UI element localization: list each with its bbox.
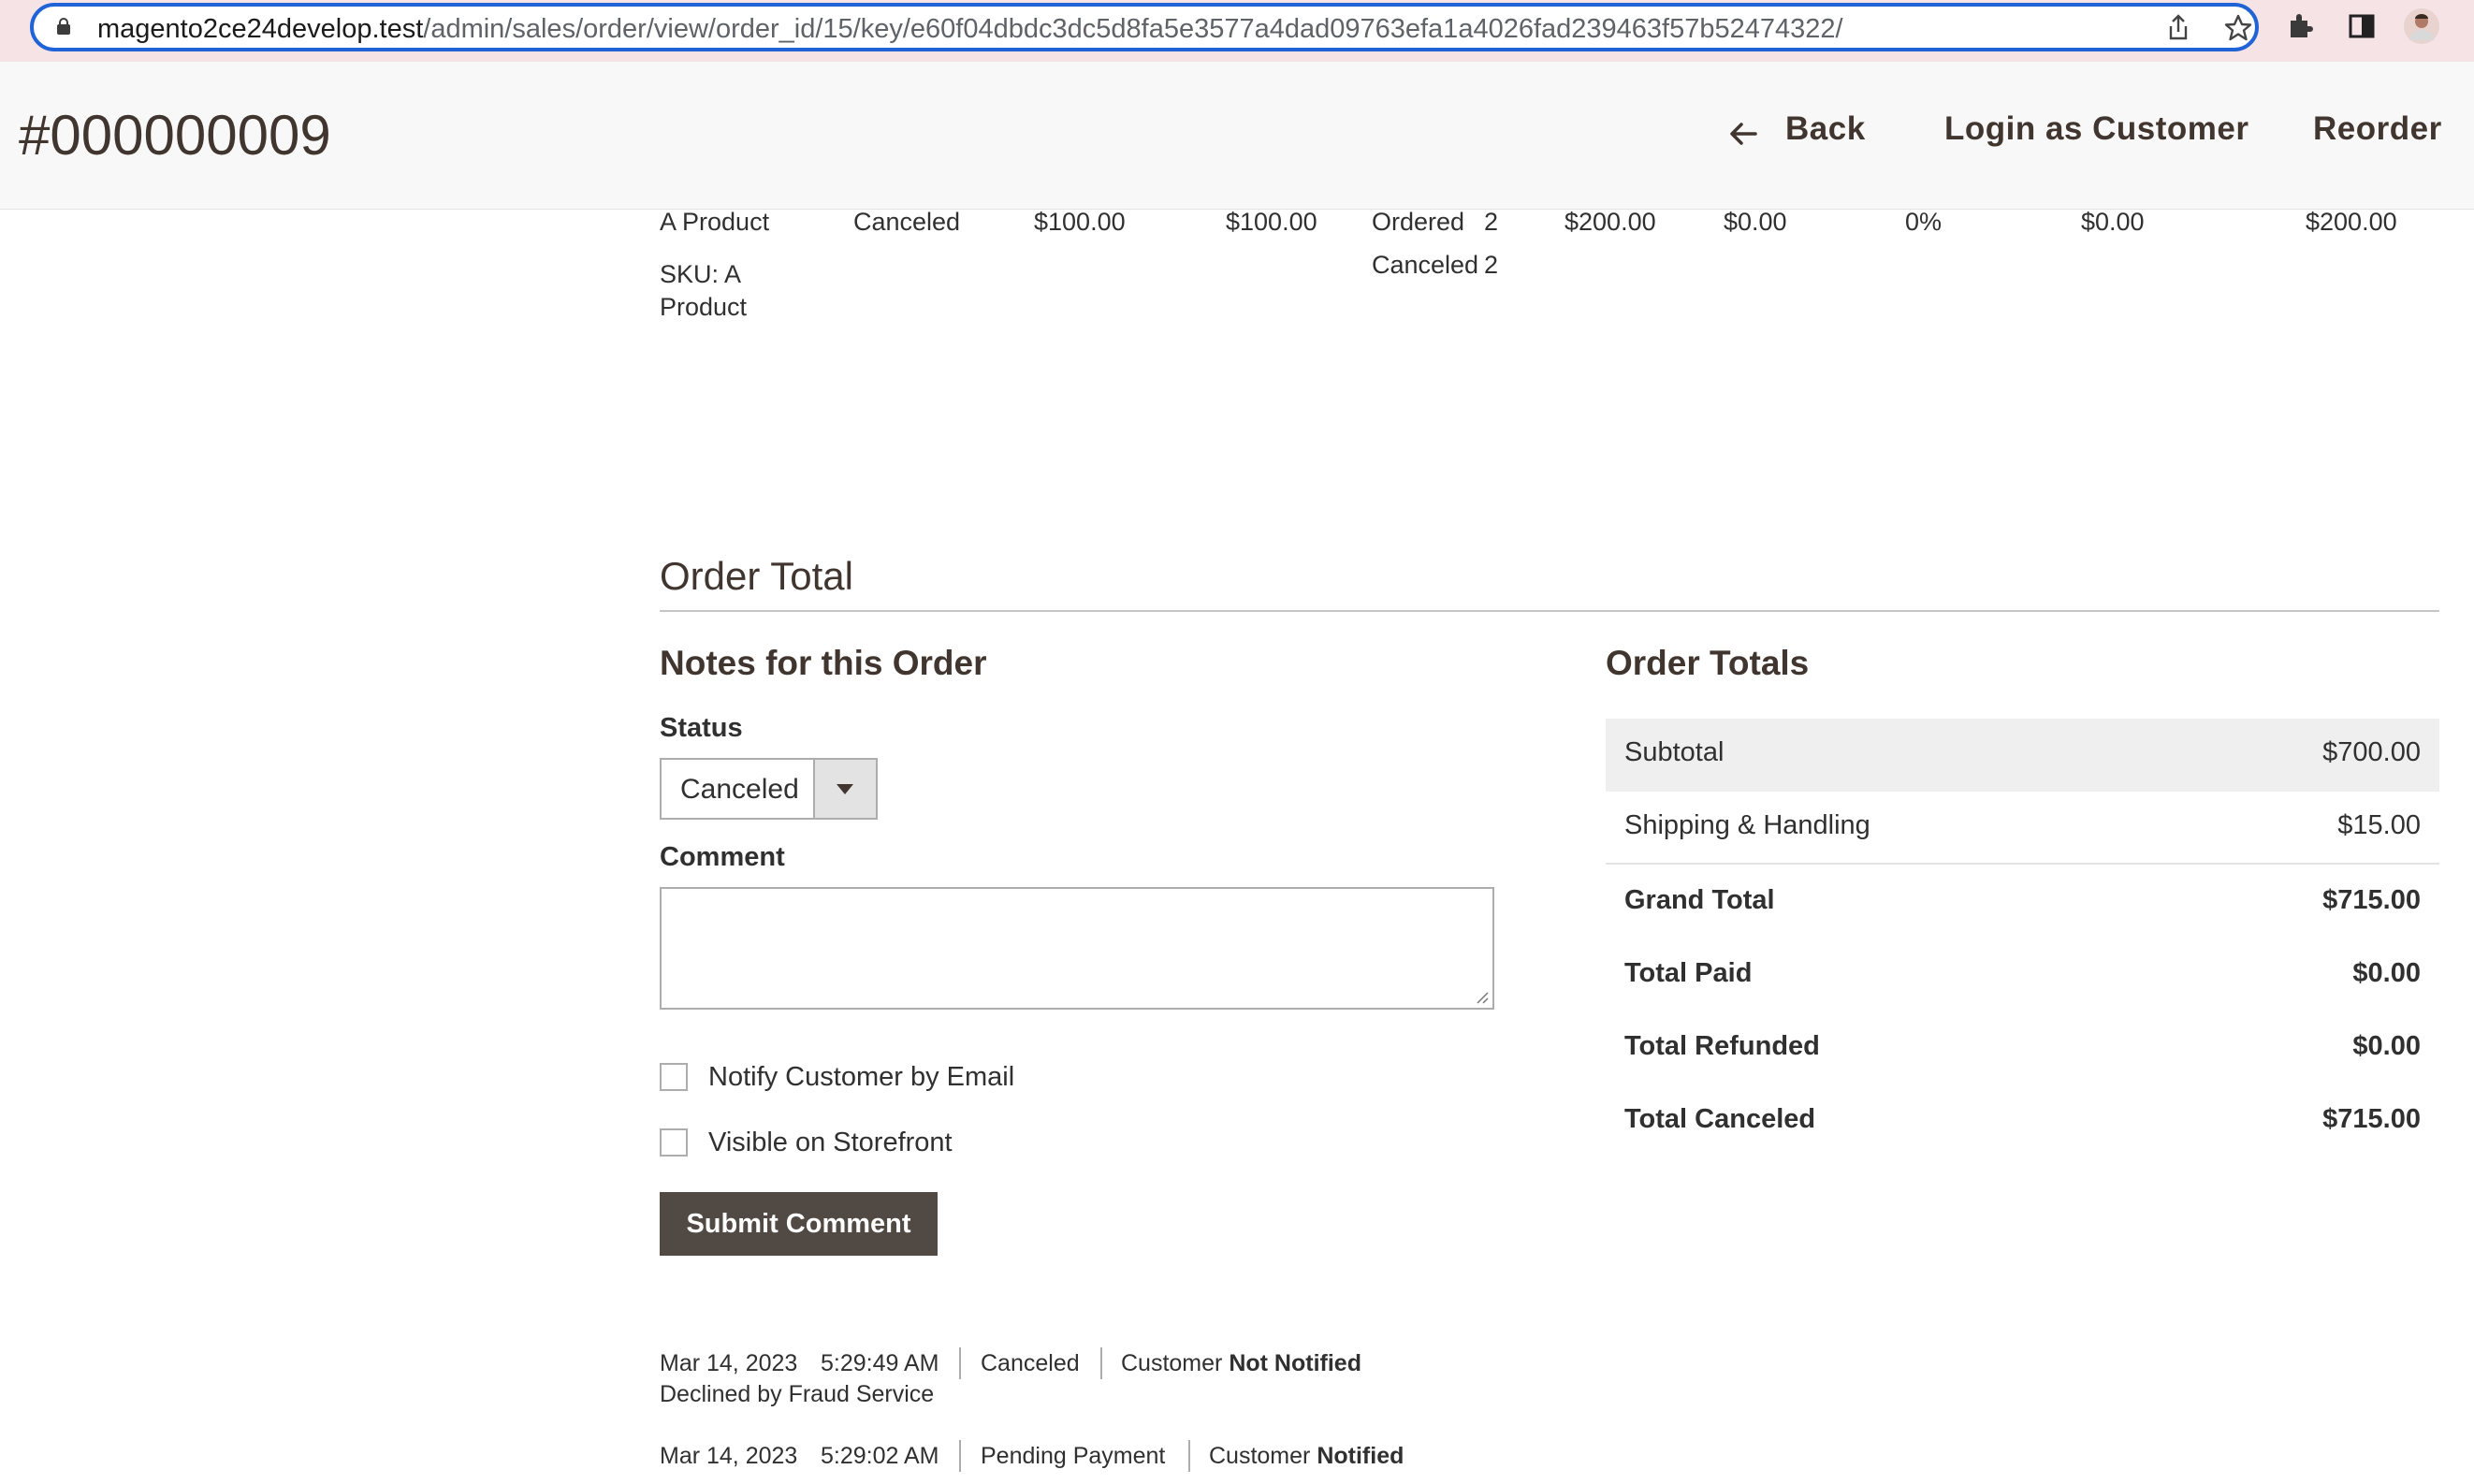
totals-label: Total Paid — [1624, 958, 1753, 988]
item-tax-amount: $0.00 — [1724, 208, 1787, 236]
lock-icon — [57, 18, 70, 35]
bookmark-star-icon[interactable] — [2221, 11, 2255, 45]
history-status: Canceled — [981, 1350, 1080, 1376]
history-status: Pending Payment — [981, 1443, 1166, 1469]
totals-row-subtotal: Subtotal $700.00 — [1606, 719, 2439, 792]
chevron-down-icon — [837, 784, 853, 794]
visible-on-storefront-label[interactable]: Visible on Storefront — [708, 1128, 953, 1158]
page-title: #000000009 — [19, 104, 331, 167]
totals-label: Subtotal — [1624, 737, 1725, 767]
item-tax-percent: 0% — [1905, 208, 1943, 236]
item-qty-ordered: 2 — [1484, 208, 1499, 236]
notify-customer-checkbox[interactable] — [660, 1063, 688, 1091]
comment-textarea[interactable] — [660, 887, 1494, 1010]
history-notified-value: Notified — [1317, 1443, 1404, 1469]
side-panel-icon[interactable] — [2345, 9, 2379, 43]
back-button[interactable]: Back — [1785, 110, 1866, 148]
totals-label: Shipping & Handling — [1624, 810, 1870, 840]
history-date: Mar 14, 2023 — [660, 1443, 798, 1469]
order-totals-title: Order Totals — [1606, 644, 1810, 682]
totals-value: $700.00 — [2322, 737, 2421, 767]
notify-customer-label[interactable]: Notify Customer by Email — [708, 1062, 1014, 1093]
history-notified: Customer Not Notified — [1121, 1350, 1361, 1377]
totals-row-total-refunded: Total Refunded $0.00 — [1606, 1012, 2439, 1085]
item-original-price: $100.00 — [1034, 208, 1126, 236]
profile-avatar-icon[interactable] — [2403, 7, 2440, 45]
item-qty-canceled-label: Canceled — [1372, 251, 1479, 279]
page-actions-header: #000000009 Back Login as Customer Reorde… — [0, 62, 2474, 210]
browser-toolbar: magento2ce24develop.test/admin/sales/ord… — [0, 0, 2474, 62]
totals-label: Grand Total — [1624, 885, 1775, 915]
submit-comment-button[interactable]: Submit Comment — [660, 1192, 938, 1256]
item-sku-line1: SKU: A — [660, 260, 742, 288]
history-separator — [1188, 1440, 1190, 1472]
item-price: $100.00 — [1226, 208, 1317, 236]
history-time: 5:29:02 AM — [821, 1443, 939, 1469]
status-select[interactable]: Canceled — [660, 758, 878, 820]
totals-value: $715.00 — [2322, 885, 2421, 915]
totals-value: $715.00 — [2322, 1104, 2421, 1134]
item-discount: $0.00 — [2081, 208, 2145, 236]
history-date: Mar 14, 2023 — [660, 1350, 798, 1376]
history-customer-prefix: Customer — [1209, 1443, 1311, 1469]
item-sku-line2: Product — [660, 293, 748, 321]
address-bar[interactable]: magento2ce24develop.test/admin/sales/ord… — [30, 3, 2259, 51]
arrow-left-icon[interactable] — [1727, 118, 1759, 150]
status-select-value: Canceled — [680, 774, 799, 805]
url-host: magento2ce24develop.test — [97, 14, 424, 44]
login-as-customer-button[interactable]: Login as Customer — [1944, 110, 2248, 148]
item-qty-ordered-label: Ordered — [1372, 208, 1465, 236]
section-divider — [660, 610, 2439, 612]
history-time: 5:29:49 AM — [821, 1350, 939, 1376]
comment-label: Comment — [660, 842, 785, 872]
item-qty-canceled: 2 — [1484, 251, 1499, 279]
reorder-button[interactable]: Reorder — [2313, 110, 2442, 148]
totals-value: $0.00 — [2352, 1031, 2421, 1061]
url-text: magento2ce24develop.test/admin/sales/ord… — [97, 14, 1843, 45]
totals-value: $15.00 — [2337, 810, 2421, 840]
history-comment: Declined by Fraud Service — [660, 1381, 935, 1407]
item-status: Canceled — [853, 208, 961, 236]
notes-title: Notes for this Order — [660, 644, 987, 682]
item-name: A Product — [660, 208, 770, 236]
history-customer-prefix: Customer — [1121, 1350, 1223, 1376]
history-notified: Customer Notified — [1209, 1443, 1404, 1470]
status-label: Status — [660, 713, 743, 743]
history-separator — [1100, 1347, 1102, 1379]
url-path: /admin/sales/order/view/order_id/15/key/… — [423, 14, 1843, 44]
item-row-total: $200.00 — [2306, 208, 2397, 236]
resize-handle-icon[interactable] — [1476, 991, 1489, 1004]
history-separator — [959, 1347, 961, 1379]
totals-row-shipping: Shipping & Handling $15.00 — [1606, 792, 2439, 865]
totals-label: Total Canceled — [1624, 1104, 1816, 1134]
visible-on-storefront-checkbox[interactable] — [660, 1128, 688, 1157]
totals-row-grand-total: Grand Total $715.00 — [1606, 866, 2439, 939]
dropdown-button[interactable] — [813, 760, 876, 818]
history-notified-value: Not Notified — [1229, 1350, 1361, 1376]
extensions-puzzle-icon[interactable] — [2283, 9, 2317, 43]
item-subtotal: $200.00 — [1564, 208, 1656, 236]
totals-value: $0.00 — [2352, 958, 2421, 988]
totals-row-total-canceled: Total Canceled $715.00 — [1606, 1085, 2439, 1158]
share-icon[interactable] — [2161, 11, 2195, 45]
order-total-section-title: Order Total — [660, 554, 853, 598]
totals-label: Total Refunded — [1624, 1031, 1820, 1061]
totals-row-total-paid: Total Paid $0.00 — [1606, 939, 2439, 1012]
history-separator — [959, 1440, 961, 1472]
